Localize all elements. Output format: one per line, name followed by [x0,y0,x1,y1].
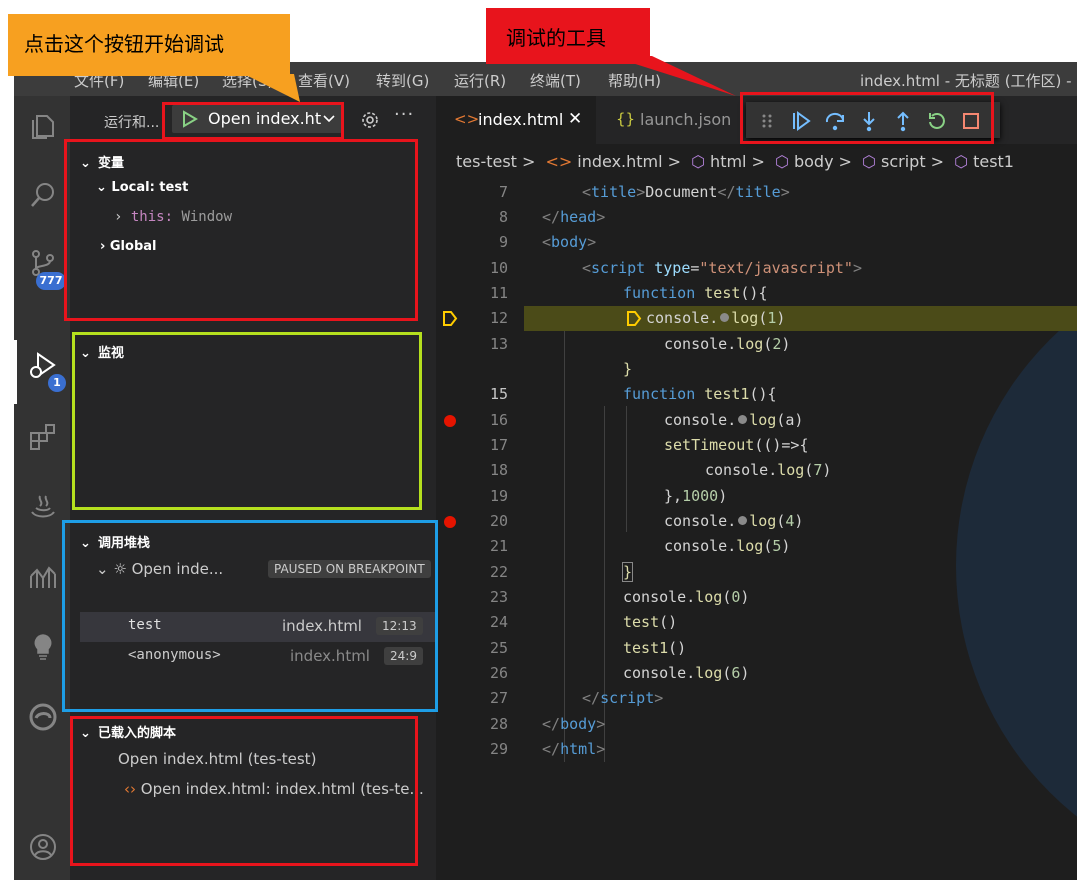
code-line: 18 console.log(7) [489,461,832,479]
code-line: 27 </script> [489,689,664,707]
tab-index-html[interactable]: <> index.html ✕ [436,96,596,144]
menu-goto[interactable]: 转到(G) [376,70,429,91]
symbol-icon: ⬡ [954,152,969,171]
menu-run[interactable]: 运行(R) [454,70,506,91]
code-line: 8 </head> [498,208,606,226]
code-line: 23 console.log(0) [489,588,750,606]
java-icon[interactable] [28,492,58,522]
chart-icon[interactable] [28,562,58,592]
code-line: 24 test() [489,613,678,631]
annotation-box-start-button [162,102,344,140]
menu-help[interactable]: 帮助(H) [608,70,661,91]
extensions-icon[interactable] [28,422,58,452]
code-line: } [623,360,633,378]
code-line: 15 function test1(){ [489,385,777,403]
edge-icon[interactable] [28,702,58,732]
debug-badge: 1 [48,374,66,392]
code-line: 28 </body> [489,715,606,733]
callout-start-debug-text: 点击这个按钮开始调试 [24,32,224,56]
inline-breakpoint-icon [627,311,642,326]
code-line: 29 </html> [489,740,606,758]
more-actions-button[interactable]: ··· [394,104,414,125]
account-icon[interactable] [28,832,58,862]
annotation-box-loaded-scripts [70,716,418,866]
code-line: 26 console.log(6) [489,664,750,682]
annotation-box-watch [72,332,422,510]
symbol-icon: ⬡ [691,152,706,171]
code-line: 17 setTimeout(()=>{ [489,436,809,454]
code-line: 20 console. log(4) [436,509,1077,534]
breadcrumb: tes-test > <> index.html > ⬡ html > ⬡ body > ⬡ s… [456,152,1014,171]
breadcrumb-function[interactable]: test1 [973,152,1014,171]
code-line: 25 test1() [489,639,687,657]
editor-area: <> index.html ✕ {} launch.json tes-test >… [436,96,1077,880]
symbol-icon: ⬡ [862,152,877,171]
breadcrumb-body[interactable]: body [794,152,834,171]
code-line: 22} [489,562,634,582]
close-icon[interactable]: ✕ [568,109,582,129]
annotation-box-call-stack [62,520,438,712]
code-line: 7 <title>Document</title> [498,183,790,201]
code-line: 21 console.log(5) [489,537,791,555]
code-line-current: 12 console. log(1) [436,306,1077,331]
code-line: 9 <body> [498,233,597,251]
run-view-title: 运行和... [104,115,160,131]
symbol-icon: ⬡ [775,152,789,171]
code-line: 11 function test(){ [489,284,768,302]
annotation-box-debug-toolbar [740,92,994,144]
html-file-icon: <> [454,110,480,128]
explorer-icon[interactable] [28,112,58,142]
scm-badge: 777 [36,272,66,290]
breadcrumb-script[interactable]: script [881,152,926,171]
active-indicator [14,340,17,404]
callout-debug-tools-text: 调试的工具 [506,26,606,50]
menu-terminal[interactable]: 终端(T) [530,70,581,91]
annotation-box-variables [64,139,418,321]
current-line-highlight [524,306,1077,331]
search-icon[interactable] [28,180,58,210]
lightbulb-icon[interactable] [28,632,58,662]
gear-icon[interactable] [360,110,380,130]
code-line: 16 console. log(a) [436,408,1077,433]
code-line: 10 <script type="text/javascript"> [489,259,862,277]
breadcrumb-file[interactable]: index.html [577,152,662,171]
window-title: index.html - 无标题 (工作区) - [860,72,1072,90]
code-line: 19},1000) [489,487,728,505]
html-file-icon: <> [545,152,573,171]
activity-bar: 777 1 [14,96,70,880]
breadcrumb-html[interactable]: html [710,152,746,171]
tab-launch-json[interactable]: {} launch.json [596,96,744,144]
menu-view[interactable]: 查看(V) [298,70,350,91]
json-file-icon: {} [616,110,636,128]
code-line: 13 console.log(2) [489,335,791,353]
breadcrumb-folder[interactable]: tes-test [456,152,517,171]
